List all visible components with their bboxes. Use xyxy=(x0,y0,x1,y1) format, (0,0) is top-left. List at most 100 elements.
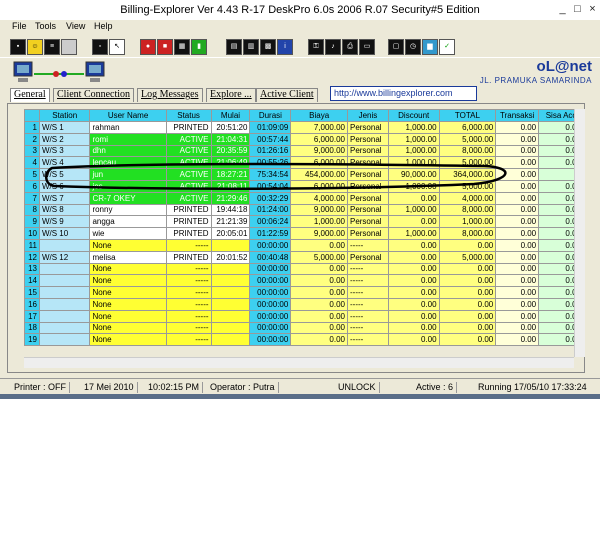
cell-durasi: 00:00:00 xyxy=(249,321,292,335)
cell-biaya: 0.00 xyxy=(290,262,348,276)
cell-transaksi: 0.00 xyxy=(495,321,540,335)
col-header-transaksi[interactable]: Transaksi xyxy=(495,109,540,122)
cell-mulai: 20:35:59 xyxy=(210,144,251,158)
toolbar-smiley-icon[interactable]: ☺ xyxy=(27,39,43,55)
maximize-icon[interactable]: □ xyxy=(571,3,584,16)
toolbar-list-icon[interactable]: ≡ xyxy=(44,39,60,55)
table-row[interactable]: 8 W/S 8 ronny PRINTED 19:44:18 01:24:00 9,000.… xyxy=(24,203,584,217)
table-row[interactable]: 15 None ----- 00:00:00 0.00 ----- 0.00 0.00 0.00… xyxy=(24,286,584,299)
toolbar-stop-icon[interactable]: ■ xyxy=(157,39,173,55)
toolbar-window-icon[interactable]: ▫ xyxy=(92,39,108,55)
cell-jenis: Personal xyxy=(346,191,389,205)
cell-status: ----- xyxy=(165,297,212,311)
toolbar-doc-icon[interactable]: ▭ xyxy=(359,39,375,55)
cell-durasi: 00:00:00 xyxy=(249,309,292,323)
toolbar-chart-icon[interactable]: ▆ xyxy=(422,39,438,55)
cell-user: angga xyxy=(89,215,167,229)
cell-transaksi: 0.00 xyxy=(495,309,540,323)
horizontal-scrollbar[interactable] xyxy=(24,357,574,368)
toolbar-network-icon[interactable]: ▦ xyxy=(174,39,190,55)
col-header-jenis[interactable]: Jenis xyxy=(346,109,389,122)
table-row[interactable]: 13 None ----- 00:00:00 0.00 ----- 0.00 0.00 0.00… xyxy=(24,262,584,276)
status-lock: UNLOCK xyxy=(338,382,380,393)
toolbar-info-icon[interactable]: i xyxy=(277,39,293,55)
toolbar-calc-icon[interactable]: ▩ xyxy=(260,39,276,55)
table-row[interactable]: 14 None ----- 00:00:00 0.00 ----- 0.00 0.00 0.00… xyxy=(24,274,584,288)
cell-transaksi: 0.00 xyxy=(495,203,540,217)
table-row[interactable]: 7 W/S 7 CR-7 OKEY ACTIVE 21:29:46 00:32:29 4,0… xyxy=(24,191,584,205)
cell-station: W/S 7 xyxy=(38,191,91,205)
toolbar-monitor-icon[interactable]: ▢ xyxy=(388,39,404,55)
toolbar-cursor-icon[interactable]: ↖ xyxy=(109,39,125,55)
col-header-total[interactable]: TOTAL xyxy=(438,109,497,122)
cell-discount: 0.00 xyxy=(387,297,440,311)
cell-discount: 1,000.00 xyxy=(387,144,440,158)
menu-help[interactable]: Help xyxy=(94,21,113,31)
toolbar-table-icon[interactable]: ▥ xyxy=(243,39,259,55)
website-url[interactable]: http://www.billingexplorer.com xyxy=(330,86,477,101)
cell-no: 9 xyxy=(24,215,40,229)
col-header-durasi[interactable]: Durasi xyxy=(249,109,292,122)
col-header-discount[interactable]: Discount xyxy=(387,109,440,122)
cell-durasi: 01:09:09 xyxy=(249,121,292,134)
clients-table-body: 1 W/S 1 rahman PRINTED 20:51:20 01:09:09 7,000… xyxy=(24,121,584,347)
cell-total: 1,000.00 xyxy=(438,215,497,229)
col-header-status[interactable]: Status xyxy=(165,109,212,122)
brand-address: JL. PRAMUKA SAMARINDA xyxy=(479,76,592,85)
cell-user: ronny xyxy=(89,203,167,217)
cell-biaya: 0.00 xyxy=(290,333,348,347)
table-row[interactable]: 1 W/S 1 rahman PRINTED 20:51:20 01:09:09 7,000… xyxy=(24,121,584,134)
table-row[interactable]: 18 None ----- 00:00:00 0.00 ----- 0.00 0.00 0.00… xyxy=(24,321,584,335)
tab-client-connection[interactable]: Client Connection xyxy=(53,88,135,102)
toolbar-terminal-icon[interactable]: ▪ xyxy=(10,39,26,55)
table-row[interactable]: 16 None ----- 00:00:00 0.00 ----- 0.00 0.00 0.00… xyxy=(24,297,584,311)
toolbar-record-icon[interactable]: ● xyxy=(140,39,156,55)
table-row[interactable]: 10 W/S 10 wie PRINTED 20:05:01 01:22:59 9,000.… xyxy=(24,227,584,240)
cell-transaksi: 0.00 xyxy=(495,191,540,205)
cell-station xyxy=(38,309,91,323)
cell-transaksi: 0.00 xyxy=(495,286,540,299)
cell-transaksi: 0.00 xyxy=(495,227,540,240)
table-row[interactable]: 11 None ----- 00:00:00 0.00 ----- 0.00 0.00 0.00… xyxy=(24,238,584,252)
toolbar-key-icon[interactable]: ⚿ xyxy=(308,39,324,55)
tab-active-client[interactable]: Active Client xyxy=(256,88,318,102)
menu-view[interactable]: View xyxy=(66,21,85,31)
col-header-station[interactable]: Station xyxy=(38,109,91,122)
table-row[interactable]: 12 W/S 12 melisa PRINTED 20:01:52 00:40:48 5,0… xyxy=(24,250,584,264)
table-row[interactable]: 9 W/S 9 angga PRINTED 21:21:39 00:06:24 1,000.… xyxy=(24,215,584,229)
tab-log-messages[interactable]: Log Messages xyxy=(137,88,203,102)
cell-biaya: 7,000.00 xyxy=(290,121,348,134)
toolbar-clock-icon[interactable]: ◷ xyxy=(405,39,421,55)
cell-discount: 0.00 xyxy=(387,309,440,323)
cell-station xyxy=(38,262,91,276)
col-header-user[interactable]: User Name xyxy=(89,109,167,122)
menu-file[interactable]: File xyxy=(12,21,27,31)
cell-discount: 0.00 xyxy=(387,262,440,276)
cell-status: PRINTED xyxy=(165,215,212,229)
table-row[interactable]: 19 None ----- 00:00:00 0.00 ----- 0.00 0.00 0.00… xyxy=(24,333,584,347)
toolbar-book-icon[interactable]: ▮ xyxy=(191,39,207,55)
table-row[interactable]: 17 None ----- 00:00:00 0.00 ----- 0.00 0.00 0.00… xyxy=(24,309,584,323)
cell-jenis: ----- xyxy=(346,297,389,311)
close-icon[interactable]: × xyxy=(586,3,599,16)
col-header-biaya[interactable]: Biaya xyxy=(290,109,348,122)
cell-mulai: 21:21:39 xyxy=(210,215,251,229)
toolbar-speaker-icon[interactable]: ♪ xyxy=(325,39,341,55)
menu-tools[interactable]: Tools xyxy=(35,21,56,31)
col-header-mulai[interactable]: Mulai xyxy=(210,109,251,122)
tab-explore[interactable]: Explore ... xyxy=(206,88,256,102)
table-row[interactable]: 2 W/S 2 romi ACTIVE 21:04:31 00:57:44 6,000.00… xyxy=(24,132,584,146)
cell-durasi: 00:40:48 xyxy=(249,250,292,264)
cell-station xyxy=(38,274,91,288)
cell-mulai xyxy=(210,274,251,288)
toolbar-grid-icon[interactable]: ▤ xyxy=(226,39,242,55)
cell-total: 8,000.00 xyxy=(438,227,497,240)
toolbar-check-icon[interactable]: ✓ xyxy=(439,39,455,55)
table-row[interactable]: 3 W/S 3 dhn ACTIVE 20:35:59 01:26:16 9,000.00 P… xyxy=(24,144,584,158)
tab-general[interactable]: General xyxy=(10,88,50,102)
toolbar-print-icon[interactable]: ⎙ xyxy=(342,39,358,55)
cell-jenis: ----- xyxy=(346,262,389,276)
toolbar-blank-icon[interactable] xyxy=(61,39,77,55)
vertical-scrollbar[interactable] xyxy=(574,109,585,357)
minimize-icon[interactable]: _ xyxy=(556,3,569,16)
